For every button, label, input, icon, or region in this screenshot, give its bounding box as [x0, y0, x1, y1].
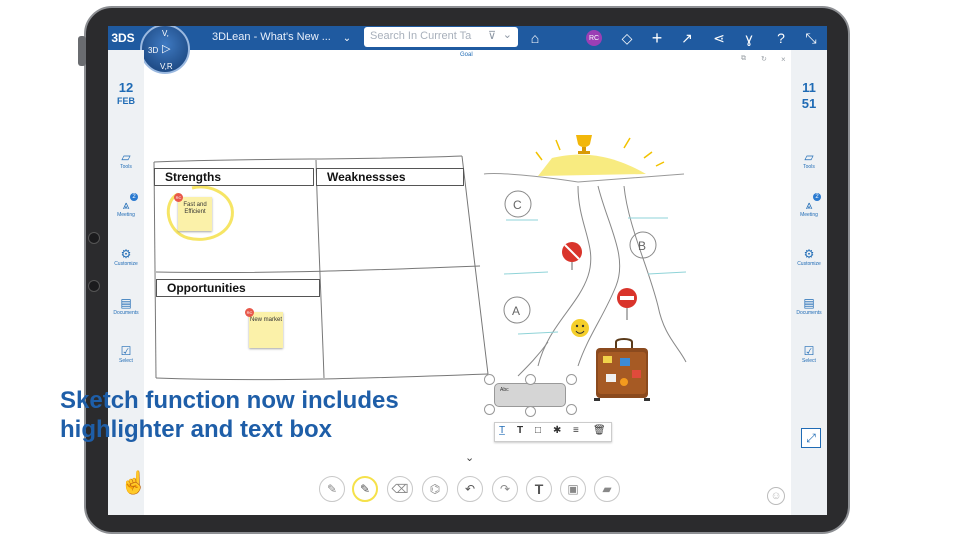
- redo-icon[interactable]: ↷: [492, 476, 518, 502]
- resize-handle[interactable]: [566, 374, 577, 385]
- swot-strengths-label[interactable]: Strengths: [154, 168, 314, 186]
- trash-icon[interactable]: 🗑: [593, 425, 606, 436]
- tablet-sensor: [88, 280, 100, 292]
- note-author-avatar: RC: [174, 193, 183, 202]
- text-format-toolbar: T̲ T □ ✱ ≡ 🗑: [494, 422, 612, 442]
- sketch-letter-b: B: [638, 239, 646, 253]
- chevron-down-icon[interactable]: ⌄: [465, 451, 474, 464]
- tablet-camera: [88, 232, 100, 244]
- smiley-icon: [571, 319, 589, 337]
- image-icon[interactable]: ▣: [560, 476, 586, 502]
- caption-line-2: highlighter and text box: [60, 416, 333, 443]
- text-box-content: Abc: [500, 387, 509, 393]
- pencil-icon[interactable]: ✎: [319, 476, 345, 502]
- no-entry-sign-icon: [562, 242, 582, 270]
- note-text: New market: [249, 317, 282, 323]
- swot-opportunities-label[interactable]: Opportunities: [156, 279, 320, 297]
- border-icon[interactable]: □: [535, 425, 541, 436]
- text-box[interactable]: Abc: [494, 383, 566, 407]
- sticky-note[interactable]: New market: [249, 312, 283, 348]
- resize-handle[interactable]: [525, 374, 536, 385]
- eraser-icon[interactable]: ⌫: [387, 476, 413, 502]
- resize-handle[interactable]: [566, 404, 577, 415]
- swot-weaknesses-label[interactable]: Weaknessses: [316, 168, 464, 186]
- note-author-avatar: RC: [245, 308, 254, 317]
- color-palette-icon[interactable]: ✱: [553, 425, 561, 436]
- sticky-note[interactable]: Fast and Efficient: [178, 197, 212, 231]
- resize-handle[interactable]: [484, 404, 495, 415]
- text-tool-icon[interactable]: T: [526, 476, 552, 502]
- text-style-icon[interactable]: T̲: [499, 425, 505, 436]
- caption-overlay: Sketch function now includes highlighter…: [60, 386, 399, 444]
- resize-handle[interactable]: [484, 374, 495, 385]
- trophy-icon: [576, 135, 592, 154]
- eraser-block-icon[interactable]: ▰: [594, 476, 620, 502]
- note-text: Fast and Efficient: [183, 202, 207, 215]
- caption-line-1: Sketch function now includes: [60, 387, 399, 414]
- hand-icon[interactable]: ☝: [120, 470, 147, 496]
- tablet-side-button: [78, 36, 86, 66]
- align-icon[interactable]: ≡: [573, 425, 579, 436]
- text-size-icon[interactable]: T: [517, 425, 523, 436]
- suitcase-icon: [594, 338, 650, 401]
- clear-icon[interactable]: ⌬: [422, 476, 448, 502]
- resize-handle[interactable]: [525, 406, 536, 417]
- sketch-letter-c: C: [513, 198, 522, 212]
- stop-sign-icon: [617, 288, 637, 320]
- emoji-icon[interactable]: ☺: [767, 487, 785, 505]
- highlighter-icon[interactable]: ✎: [352, 476, 378, 502]
- undo-icon[interactable]: ↶: [457, 476, 483, 502]
- sketch-letter-a: A: [512, 304, 520, 318]
